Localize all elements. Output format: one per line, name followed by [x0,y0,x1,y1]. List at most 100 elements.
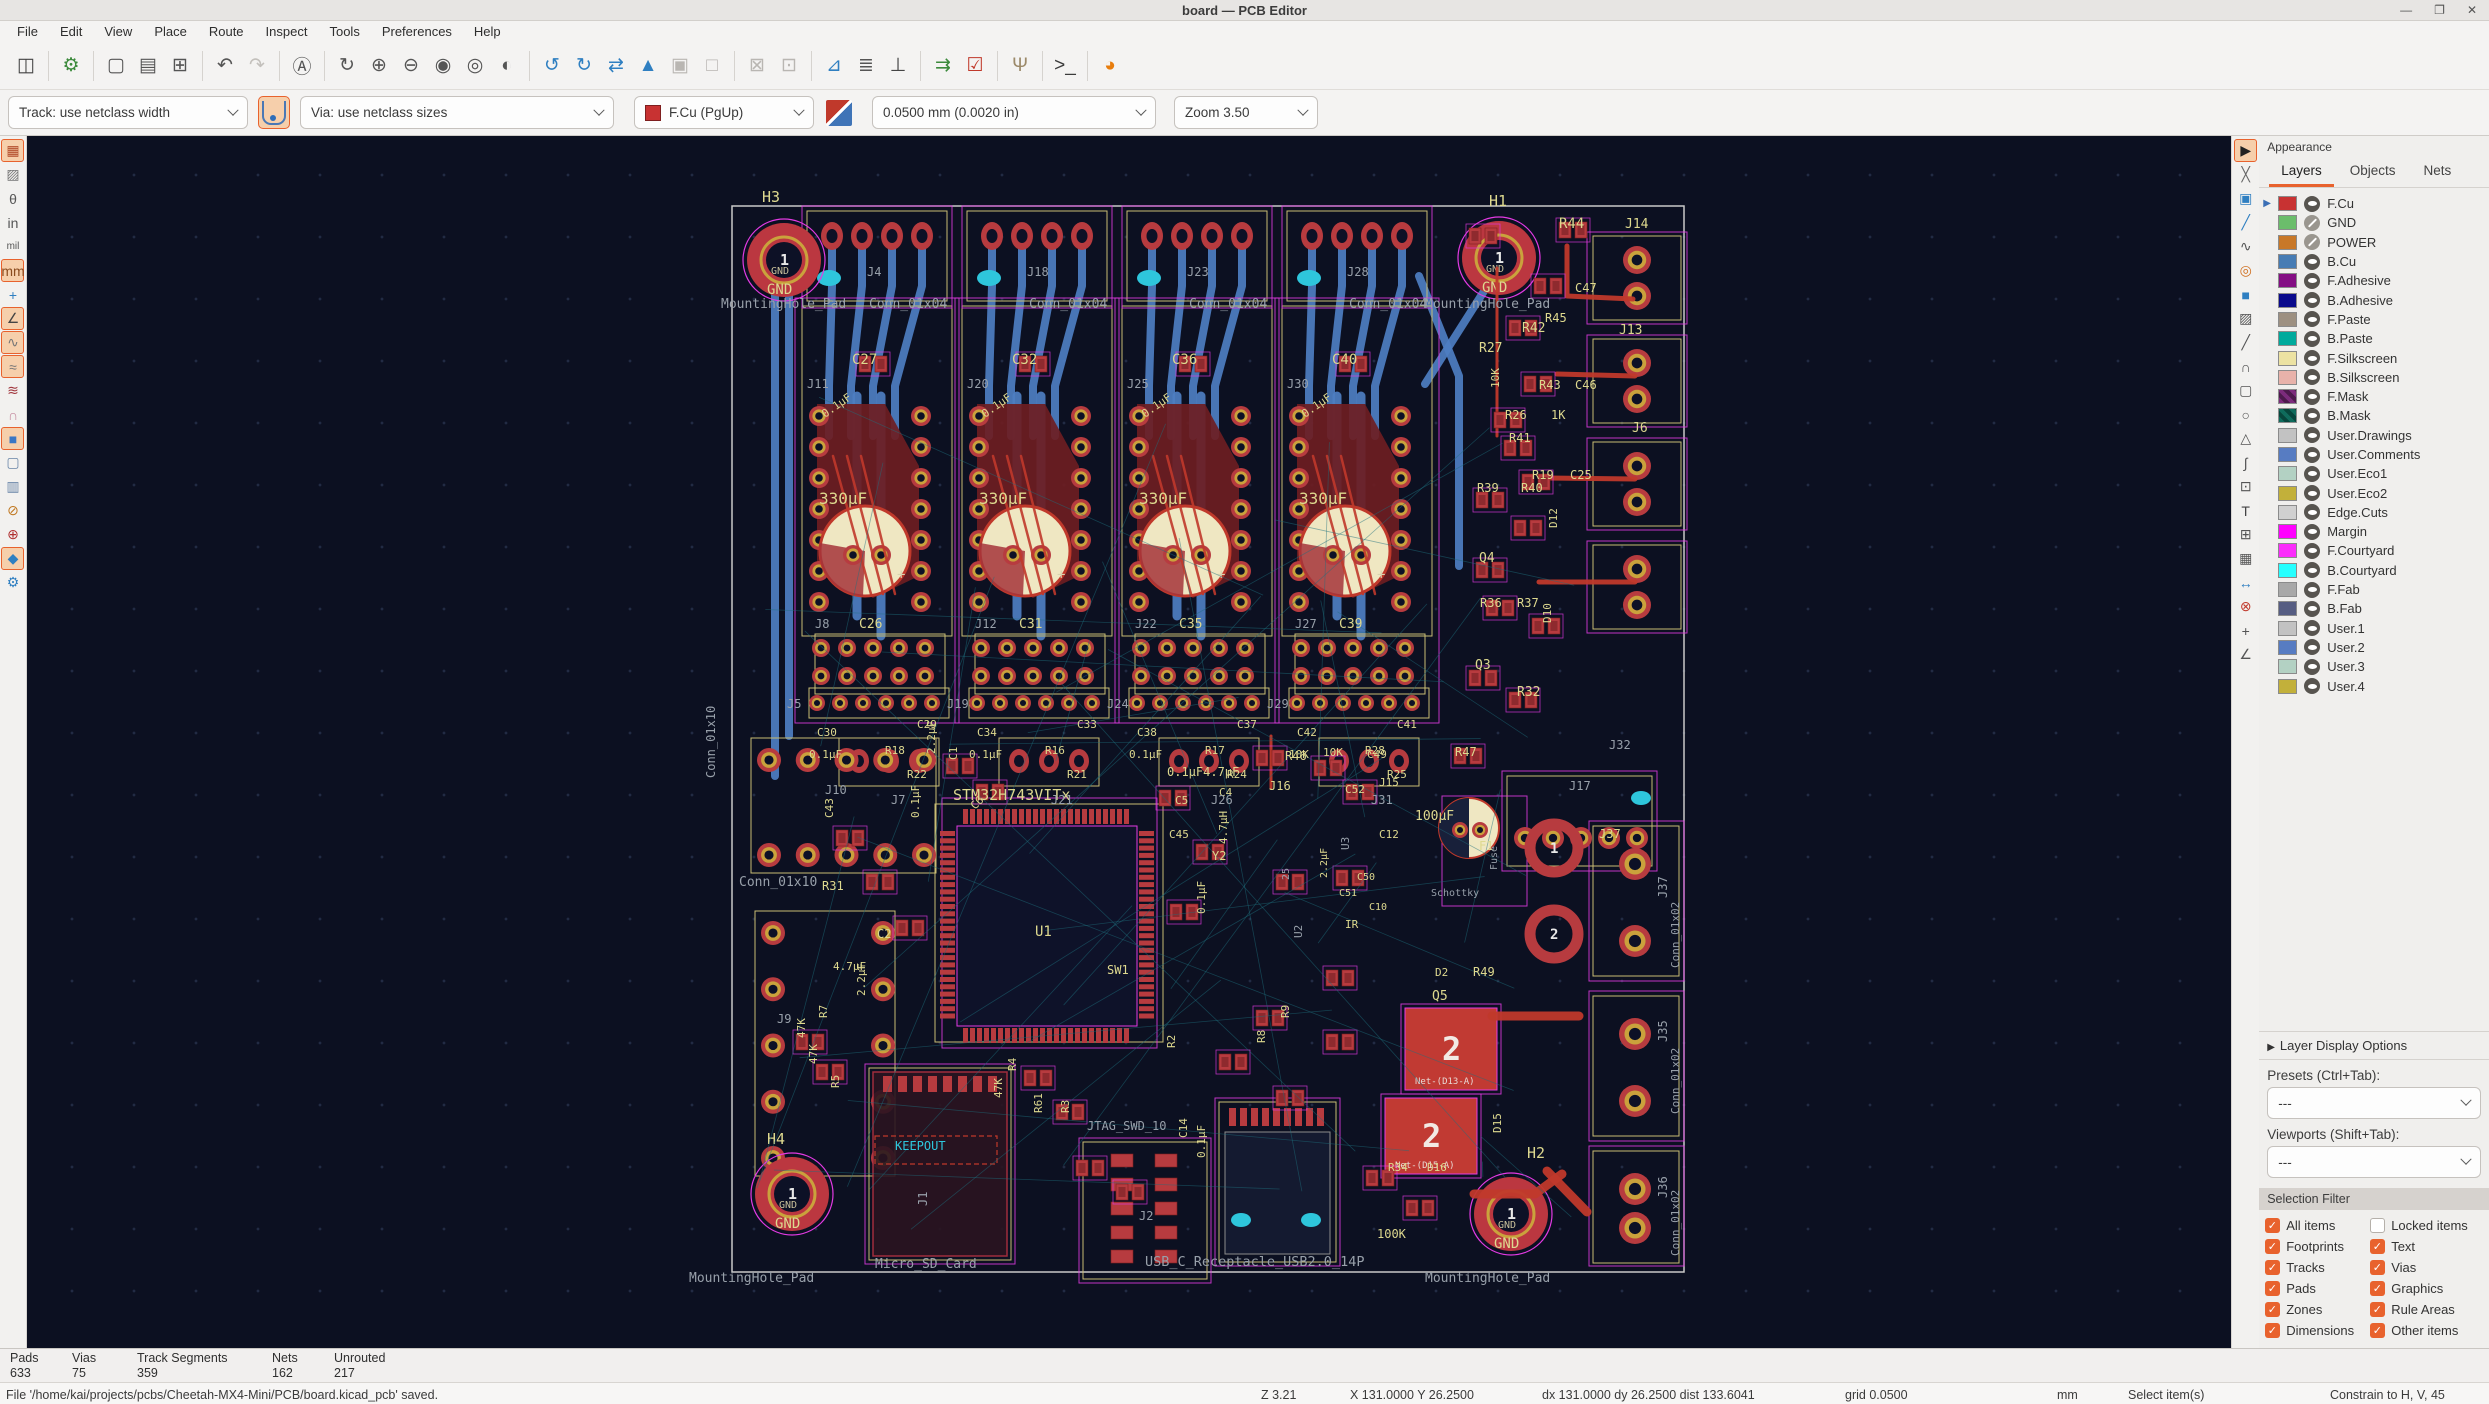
highlight-local-ratsnest-button[interactable]: ╳ [2234,163,2257,186]
search-button[interactable]: Ⓐ [287,51,317,81]
grid-origin-button[interactable]: + [2234,619,2257,642]
layer-pair-toggle[interactable] [824,97,854,128]
layer-color-swatch[interactable] [2278,273,2298,289]
layer-color-swatch[interactable] [2278,447,2298,462]
footprint-library-browser-button[interactable]: ≣ [851,51,881,81]
eye-icon[interactable] [2304,388,2321,405]
layer-row-margin[interactable]: ▶Margin [2259,522,2489,541]
layer-color-swatch[interactable] [2278,678,2298,694]
track-width-select[interactable]: Track: use netclass width [8,96,248,129]
zone-fracture-display-button[interactable]: ▥ [1,475,24,498]
draw-line-button[interactable]: ╱ [2234,331,2257,354]
zoom-out-button[interactable]: ⊖ [396,51,426,81]
menu-route[interactable]: Route [200,22,253,41]
layers-manager-button[interactable]: ◆ [1,547,25,570]
layer-row-user.3[interactable]: ▶User.3 [2259,657,2489,676]
page-settings-button[interactable]: ▢ [101,51,131,81]
filter-other-items[interactable]: Other items [2370,1323,2480,1338]
layer-color-swatch[interactable] [2278,254,2298,270]
zone-outline-display-button[interactable]: ▢ [1,451,24,474]
units-mils-button[interactable]: mil [1,235,24,258]
maximize-button[interactable]: ❐ [2434,4,2445,16]
presets-select[interactable]: --- [2267,1087,2482,1119]
filter-text[interactable]: Text [2370,1239,2480,1254]
filter-all-items[interactable]: All items [2265,1218,2370,1233]
layer-row-user.1[interactable]: ▶User.1 [2259,619,2489,638]
layer-row-b.fab[interactable]: ▶B.Fab [2259,599,2489,618]
units-mm-button[interactable]: mm [1,259,25,282]
checkbox-checked-icon[interactable] [2370,1281,2386,1296]
filter-locked-items[interactable]: Locked items [2370,1218,2480,1233]
layer-color-swatch[interactable] [2278,215,2298,231]
cursor-shape-button[interactable]: + [1,283,24,306]
layer-color-swatch[interactable] [2278,292,2298,308]
menu-view[interactable]: View [95,22,141,41]
footprint-anchor-button[interactable]: ⊥ [883,51,913,81]
draw-table-button[interactable]: ▦ [2234,547,2257,570]
eye-icon[interactable] [2304,504,2321,521]
draw-textbox-button[interactable]: ⊞ [2234,523,2257,546]
lock-button[interactable]: ⊠ [742,51,772,81]
sketch-vias-button[interactable]: ⊕ [1,523,24,546]
layer-display-options[interactable]: ▶ Layer Display Options [2259,1031,2489,1060]
menu-file[interactable]: File [8,22,47,41]
ratsnest-curved-button[interactable]: ≈ [1,355,25,378]
undo-button[interactable]: ↶ [210,51,240,81]
layer-color-swatch[interactable] [2278,311,2298,327]
group-button[interactable]: ▣ [665,51,695,81]
draw-rectangle-button[interactable]: ▢ [2234,379,2257,402]
eye-icon[interactable] [2304,620,2321,637]
layer-row-f.silkscreen[interactable]: ▶F.Silkscreen [2259,348,2489,367]
eye-icon[interactable] [2304,485,2321,502]
checkbox-checked-icon[interactable] [2265,1260,2281,1275]
layer-row-user.eco2[interactable]: ▶User.Eco2 [2259,483,2489,502]
minimize-button[interactable]: — [2400,4,2412,16]
layer-color-swatch[interactable] [2278,427,2298,443]
grid-dots-button[interactable]: ▦ [1,139,25,162]
eye-icon[interactable] [2304,369,2321,386]
layer-row-power[interactable]: ▶POWER [2259,233,2489,252]
sketch-pads-button[interactable]: ⊘ [1,499,24,522]
filter-rule-areas[interactable]: Rule Areas [2370,1302,2480,1317]
checkbox-checked-icon[interactable] [2265,1281,2281,1296]
flip-vertical-button[interactable]: ▲ [633,51,663,81]
checkbox-checked-icon[interactable] [2265,1218,2281,1233]
filter-graphics[interactable]: Graphics [2370,1281,2480,1296]
filter-tracks[interactable]: Tracks [2265,1260,2370,1275]
edit-footprint-button[interactable]: ⊿ [819,51,849,81]
zoom-selection-button[interactable]: ◐ [492,51,522,81]
eye-icon[interactable] [2304,562,2321,579]
layer-row-f.courtyard[interactable]: ▶F.Courtyard [2259,541,2489,560]
place-footprint-button[interactable]: ▣ [2234,187,2257,210]
filter-dimensions[interactable]: Dimensions [2265,1323,2370,1338]
filter-vias[interactable]: Vias [2370,1260,2480,1275]
viewports-select[interactable]: --- [2267,1146,2482,1178]
checkbox-checked-icon[interactable] [2370,1302,2386,1317]
checkbox-checked-icon[interactable] [2370,1323,2386,1338]
grid-select[interactable]: 0.0500 mm (0.0020 in) [872,96,1156,129]
menu-help[interactable]: Help [465,22,510,41]
grid-dots-off-button[interactable]: ▨ [1,163,24,186]
delete-tool-button[interactable]: ⊗ [2234,595,2257,618]
checkbox-checked-icon[interactable] [2265,1302,2281,1317]
unlock-button[interactable]: ⊡ [774,51,804,81]
layer-color-swatch[interactable] [2278,350,2298,366]
layer-color-swatch[interactable] [2278,485,2298,501]
layer-color-swatch[interactable] [2278,369,2298,385]
eye-icon[interactable] [2304,311,2321,328]
checkbox-checked-icon[interactable] [2265,1239,2281,1254]
menu-tools[interactable]: Tools [320,22,368,41]
eye-slash-icon[interactable] [2304,214,2321,231]
layer-color-swatch[interactable] [2278,601,2298,617]
layer-color-swatch[interactable] [2278,389,2298,405]
tune-length-button[interactable]: ∿ [2234,235,2257,258]
rotate-ccw-button[interactable]: ↺ [537,51,567,81]
render-blender-button[interactable]: ◕ [1095,51,1125,81]
filter-footprints[interactable]: Footprints [2265,1239,2370,1254]
layer-color-swatch[interactable] [2278,582,2298,598]
design-rules-check-button[interactable]: ☑ [960,51,990,81]
place-image-button[interactable]: ⊡ [2234,475,2257,498]
draw-bezier-button[interactable]: ∫ [2234,451,2257,474]
tab-nets[interactable]: Nets [2412,158,2464,187]
layer-color-swatch[interactable] [2278,620,2298,636]
